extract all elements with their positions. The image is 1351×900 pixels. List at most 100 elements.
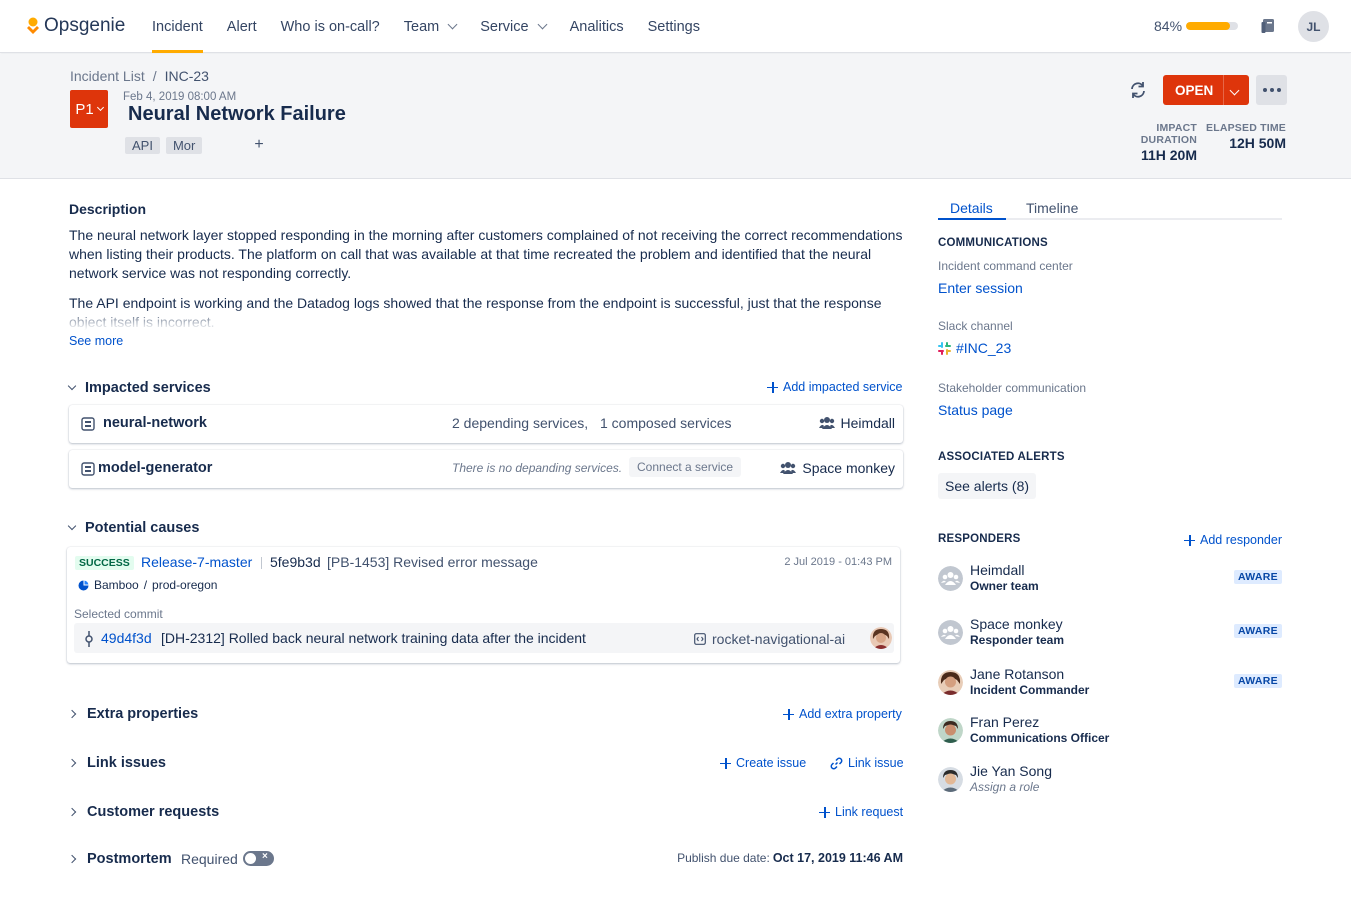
service-card[interactable]: neural-network 2 depending services, 1 c…	[69, 405, 903, 443]
user-avatar[interactable]: JL	[1298, 11, 1329, 42]
depending-services[interactable]: 2 depending services,	[452, 415, 588, 431]
service-card[interactable]: model-generator There is no depanding se…	[69, 450, 903, 488]
create-issue-button[interactable]: Create issue	[720, 756, 806, 770]
onboarding-progress[interactable]: 84%	[1154, 18, 1239, 34]
breadcrumb: Incident List / INC-23	[70, 68, 209, 84]
associated-alerts-title: ASSOCIATED ALERTS	[938, 451, 1065, 463]
team-avatar-icon	[938, 620, 963, 645]
service-name[interactable]: model-generator	[98, 460, 212, 476]
tab-details[interactable]: Details	[950, 200, 993, 216]
service-team: Space monkey	[780, 460, 895, 476]
responders-title: RESPONDERS	[938, 533, 1021, 545]
committer-avatar[interactable]	[870, 627, 892, 649]
status-badge: AWARE	[1233, 570, 1282, 584]
service-name[interactable]: neural-network	[103, 415, 207, 431]
icc-label: Incident command center	[938, 259, 1073, 273]
tab-timeline[interactable]: Timeline	[1026, 200, 1078, 216]
environment-name[interactable]: prod-oregon	[152, 578, 217, 592]
release-link[interactable]: Release-7-master	[141, 554, 252, 570]
nav-item-alert[interactable]: Alert	[215, 0, 269, 53]
nav-item-who-is-on-call[interactable]: Who is on-call?	[269, 0, 392, 53]
plus-icon	[819, 806, 830, 818]
enter-session-link[interactable]: Enter session	[938, 280, 1023, 296]
responder-item[interactable]: Heimdall Owner team AWARE	[938, 562, 1282, 598]
extra-properties-header[interactable]: Extra properties	[67, 706, 198, 722]
status-open-button[interactable]: OPEN	[1163, 75, 1249, 105]
priority-label: P1	[75, 100, 94, 118]
action-label: Link request	[835, 805, 904, 819]
tag-api[interactable]: API	[125, 136, 160, 154]
nav-item-service[interactable]: Service	[468, 0, 557, 53]
status-page-link[interactable]: Status page	[938, 402, 1013, 418]
add-extra-property-button[interactable]: Add extra property	[783, 707, 902, 721]
potential-causes-header[interactable]: Potential causes	[67, 520, 199, 536]
link-icon	[830, 757, 843, 769]
nav-item-incident[interactable]: Incident	[140, 0, 215, 53]
status-badge: AWARE	[1233, 624, 1282, 638]
elapsed-time-label: ELAPSED TIME	[1206, 122, 1286, 134]
button-divider	[1223, 75, 1224, 105]
top-navigation: Opsgenie Incident Alert Who is on-call? …	[0, 0, 1351, 53]
nav-label: Analitics	[569, 18, 624, 35]
impacted-services-header[interactable]: Impacted services	[67, 380, 211, 396]
section-title: Impacted services	[85, 380, 211, 396]
status-badge: AWARE	[1233, 674, 1282, 688]
slack-channel-name: #INC_23	[956, 340, 1012, 356]
responder-item[interactable]: Jane Rotanson Incident Commander AWARE	[938, 666, 1282, 702]
postmortem-required-toggle[interactable]: ×	[243, 851, 274, 866]
see-alerts-button[interactable]: See alerts (8)	[938, 473, 1037, 499]
selected-commit-row[interactable]: 49d4f3d [DH-2312] Rolled back neural net…	[74, 623, 894, 653]
customer-requests-header[interactable]: Customer requests	[67, 804, 219, 820]
assign-role-link[interactable]: Assign a role	[970, 780, 1039, 794]
responder-item[interactable]: Jie Yan Song Assign a role	[938, 763, 1282, 799]
responder-name: Jie Yan Song	[970, 763, 1052, 779]
tag-list: API Mor +	[125, 136, 264, 154]
bamboo-icon	[78, 580, 89, 590]
due-date-label: Publish due date:	[677, 851, 770, 865]
commit-hash-link[interactable]: 49d4f3d	[101, 630, 152, 646]
repository-name: rocket-navigational-ai	[712, 631, 846, 647]
incident-title[interactable]: Neural Network Failure	[128, 103, 346, 126]
add-responder-button[interactable]: Add responder	[1184, 533, 1282, 547]
tag-mor[interactable]: Mor	[165, 136, 203, 154]
composed-services[interactable]: 1 composed services	[600, 415, 732, 431]
deploy-source: Bamboo / prod-oregon	[78, 578, 217, 592]
see-more-link[interactable]: See more	[69, 334, 123, 348]
connect-service-button[interactable]: Connect a service	[629, 457, 742, 477]
responder-item[interactable]: Space monkey Responder team AWARE	[938, 616, 1282, 652]
status-badge: SUCCESS	[75, 556, 134, 570]
add-tag-button[interactable]: +	[254, 136, 263, 154]
source-name[interactable]: Bamboo	[94, 578, 139, 592]
close-icon: ×	[262, 851, 268, 862]
chevron-down-icon	[537, 19, 548, 30]
impact-duration: IMPACT DURATION 11H 20M	[1098, 122, 1197, 163]
repository[interactable]: rocket-navigational-ai	[694, 631, 845, 647]
action-label: Add impacted service	[783, 380, 903, 394]
source-separator: /	[143, 578, 148, 592]
responder-item[interactable]: Fran Perez Communications Officer	[938, 714, 1282, 750]
nav-item-team[interactable]: Team	[392, 0, 468, 53]
nav-menu: Incident Alert Who is on-call? Team Serv…	[140, 0, 712, 53]
nav-item-analitics[interactable]: Analitics	[558, 0, 636, 53]
priority-selector[interactable]: P1	[70, 90, 108, 128]
plus-icon	[720, 757, 731, 769]
postmortem-header[interactable]: Postmortem	[67, 851, 172, 867]
nav-item-settings[interactable]: Settings	[636, 0, 712, 53]
action-label: Add responder	[1200, 533, 1283, 547]
breadcrumb-incident-list[interactable]: Incident List	[70, 68, 145, 84]
link-issue-button[interactable]: Link issue	[830, 756, 904, 770]
stakeholder-label: Stakeholder communication	[938, 381, 1087, 395]
add-impacted-service-button[interactable]: Add impacted service	[767, 380, 903, 394]
team-name: Space monkey	[802, 460, 895, 476]
refresh-icon[interactable]	[1128, 80, 1148, 100]
book-icon[interactable]	[1260, 18, 1276, 34]
link-request-button[interactable]: Link request	[819, 805, 903, 819]
slack-channel-link[interactable]: #INC_23	[938, 340, 1011, 356]
breadcrumb-current[interactable]: INC-23	[165, 68, 209, 84]
link-issues-header[interactable]: Link issues	[67, 755, 166, 771]
chevron-right-icon	[67, 709, 77, 719]
opsgenie-logo[interactable]: Opsgenie	[26, 15, 125, 37]
more-actions-button[interactable]	[1256, 75, 1287, 105]
commit-hash[interactable]: 5fe9b3d	[270, 554, 321, 570]
responder-role: Communications Officer	[970, 731, 1110, 745]
